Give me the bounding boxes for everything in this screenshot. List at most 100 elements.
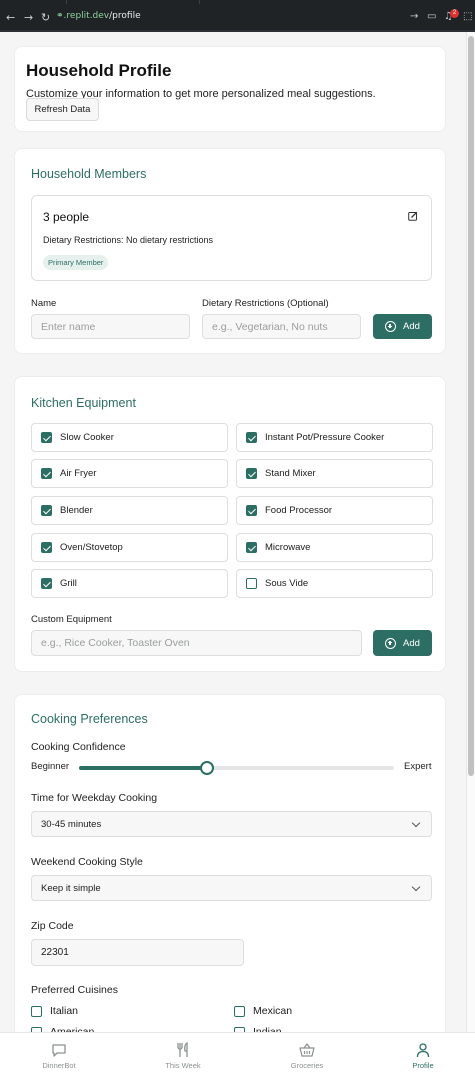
checkbox[interactable]	[246, 578, 257, 589]
user-icon	[416, 1043, 430, 1058]
checkbox[interactable]	[246, 505, 257, 516]
confidence-slider[interactable]	[79, 761, 394, 775]
equipment-grill[interactable]: Grill	[31, 569, 228, 598]
add-equipment-label: Add	[403, 637, 420, 649]
checkbox[interactable]	[41, 505, 52, 516]
equipment-oven-stovetop[interactable]: Oven/Stovetop	[31, 533, 228, 562]
notification-badge: 2	[450, 9, 459, 18]
checkbox[interactable]	[41, 468, 52, 479]
bottom-nav: DinnerBot This Week Groceries Profile	[0, 1032, 475, 1077]
kitchen-equipment-title: Kitchen Equipment	[31, 396, 136, 410]
reload-icon[interactable]: ↻	[41, 11, 50, 24]
nav-dinnerbot[interactable]: DinnerBot	[0, 1033, 118, 1077]
checkbox[interactable]	[246, 432, 257, 443]
add-equipment-button[interactable]: Add	[373, 630, 432, 656]
name-label: Name	[31, 298, 57, 309]
dietary-input[interactable]: e.g., Vegetarian, No nuts	[202, 314, 361, 339]
nav-label: This Week	[165, 1061, 201, 1070]
custom-equipment-label: Custom Equipment	[31, 614, 112, 625]
checkbox[interactable]	[41, 542, 52, 553]
equipment-label: Instant Pot/Pressure Cooker	[265, 432, 385, 443]
cooking-preferences-title: Cooking Preferences	[31, 712, 148, 726]
url-host: .replit.dev	[63, 11, 110, 21]
weekday-cooking-select[interactable]: 30-45 minutes	[31, 811, 432, 837]
equipment-label: Oven/Stovetop	[60, 542, 123, 553]
weekend-cooking-value: Keep it simple	[41, 882, 101, 894]
profile-header-card: Household Profile Customize your informa…	[14, 46, 446, 132]
nav-label: Groceries	[290, 1061, 324, 1070]
primary-member-badge: Primary Member	[43, 255, 109, 270]
cuisine-label: Italian	[50, 1005, 79, 1017]
weekday-cooking-label: Time for Weekday Cooking	[31, 792, 158, 804]
url-path: /profile	[109, 11, 141, 21]
cast-icon[interactable]: ▭	[427, 11, 436, 22]
equipment-label: Grill	[60, 578, 77, 589]
nav-profile[interactable]: Profile	[364, 1033, 475, 1077]
address-bar[interactable]: ⚭.replit.dev/profile	[56, 11, 141, 21]
equipment-slow-cooker[interactable]: Slow Cooker	[31, 423, 228, 452]
checkbox[interactable]	[41, 432, 52, 443]
chevron-down-icon	[411, 818, 421, 828]
utensils-icon	[177, 1042, 188, 1057]
cuisine-italian[interactable]: Italian	[31, 1005, 78, 1017]
plus-circle-icon	[385, 637, 397, 649]
scrollbar-thumb[interactable]	[468, 36, 474, 776]
equipment-air-fryer[interactable]: Air Fryer	[31, 459, 228, 488]
cuisine-label: Mexican	[253, 1005, 293, 1017]
equipment-blender[interactable]: Blender	[31, 496, 228, 525]
plus-circle-icon	[385, 321, 397, 332]
slider-fill	[79, 766, 207, 770]
equipment-label: Food Processor	[265, 505, 333, 516]
tab-strip	[0, 0, 475, 4]
preferred-cuisines-label: Preferred Cuisines	[31, 984, 118, 996]
equipment-label: Sous Vide	[265, 578, 309, 589]
add-member-label: Add	[403, 321, 420, 332]
nav-groceries[interactable]: Groceries	[248, 1033, 366, 1077]
weekend-cooking-select[interactable]: Keep it simple	[31, 875, 432, 901]
dietary-label: Dietary Restrictions (Optional)	[202, 298, 329, 309]
edit-icon[interactable]	[408, 211, 418, 221]
refresh-data-button[interactable]: Refresh Data	[26, 98, 99, 121]
equipment-sous-vide[interactable]: Sous Vide	[236, 569, 433, 598]
add-member-button[interactable]: Add	[373, 314, 432, 339]
checkbox[interactable]	[41, 578, 52, 589]
extensions-icon[interactable]: ⬚	[463, 11, 472, 22]
equipment-label: Stand Mixer	[265, 468, 316, 479]
equipment-label: Blender	[60, 505, 93, 516]
slider-min-label: Beginner	[31, 761, 70, 772]
cuisine-mexican[interactable]: Mexican	[234, 1005, 292, 1017]
checkbox[interactable]	[246, 542, 257, 553]
equipment-microwave[interactable]: Microwave	[236, 533, 433, 562]
weekend-cooking-label: Weekend Cooking Style	[31, 856, 143, 868]
go-arrow-icon[interactable]: →	[410, 11, 418, 22]
custom-equipment-input[interactable]: e.g., Rice Cooker, Toaster Oven	[31, 630, 362, 656]
equipment-label: Microwave	[265, 542, 311, 553]
checkbox[interactable]	[234, 1005, 245, 1017]
checkbox[interactable]	[31, 1005, 42, 1017]
forward-icon[interactable]: →	[24, 11, 33, 24]
household-members-title: Household Members	[31, 167, 147, 181]
checkbox[interactable]	[246, 468, 257, 479]
name-input[interactable]: Enter name	[31, 314, 190, 339]
cooking-preferences-card: Cooking Preferences Cooking Confidence B…	[14, 694, 446, 1054]
zip-code-label: Zip Code	[31, 920, 74, 932]
browser-toolbar: ← → ↻ ⚭.replit.dev/profile → ▭ ♫ 2 ⬚	[0, 0, 475, 32]
kitchen-equipment-card: Kitchen Equipment Slow Cooker Instant Po…	[14, 376, 446, 672]
toolbar-divider	[0, 30, 475, 32]
equipment-stand-mixer[interactable]: Stand Mixer	[236, 459, 433, 488]
member-card: 3 people Dietary Restrictions: No dietar…	[31, 195, 432, 281]
equipment-label: Slow Cooker	[60, 432, 114, 443]
cooking-confidence-label: Cooking Confidence	[31, 741, 126, 753]
nav-label: DinnerBot	[42, 1061, 76, 1070]
member-dietary: Dietary Restrictions: No dietary restric…	[43, 235, 214, 245]
back-icon[interactable]: ←	[6, 11, 15, 24]
chat-icon	[52, 1044, 66, 1057]
zip-code-input[interactable]: 22301	[31, 939, 244, 966]
equipment-food-processor[interactable]: Food Processor	[236, 496, 433, 525]
equipment-label: Air Fryer	[60, 468, 97, 479]
chevron-down-icon	[411, 882, 421, 892]
equipment-instant-pot[interactable]: Instant Pot/Pressure Cooker	[236, 423, 433, 452]
nav-this-week[interactable]: This Week	[124, 1033, 242, 1077]
weekday-cooking-value: 30-45 minutes	[41, 818, 102, 830]
slider-thumb[interactable]	[199, 761, 214, 775]
